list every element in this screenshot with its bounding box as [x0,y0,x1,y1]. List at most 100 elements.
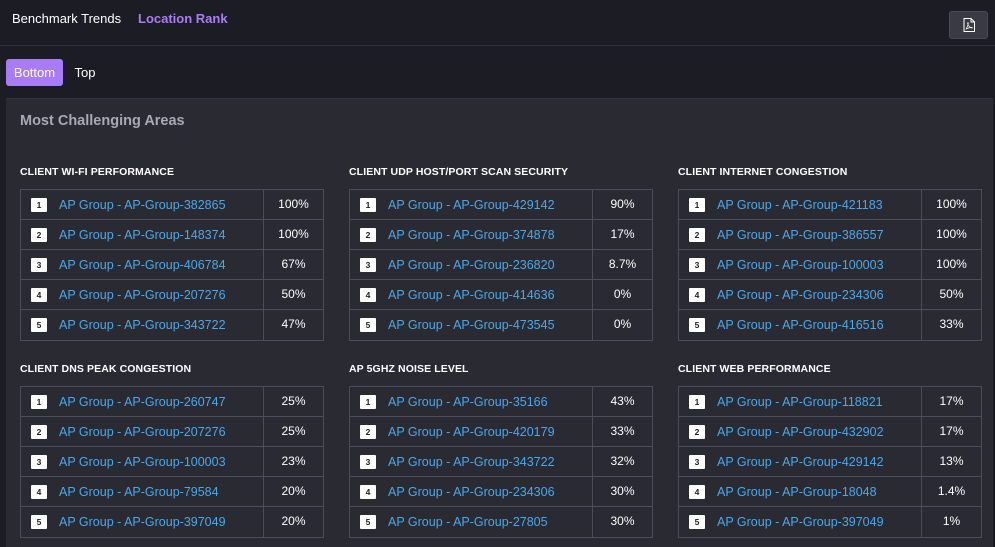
ap-group-cell: 3 AP Group - AP-Group-100003 [679,250,922,279]
ap-group-link[interactable]: AP Group - AP-Group-100003 [59,455,226,469]
ap-group-link[interactable]: AP Group - AP-Group-343722 [388,455,555,469]
table-row: 2 AP Group - AP-Group-374878 17% [350,220,652,250]
metric-value: 1.4% [937,484,966,498]
ap-group-cell: 3 AP Group - AP-Group-406784 [21,250,264,279]
table-row: 1 AP Group - AP-Group-118821 17% [679,387,981,417]
table-row: 4 AP Group - AP-Group-18048 1.4% [679,477,981,507]
pdf-file-icon [963,18,975,32]
metric-value: 0% [613,317,632,331]
ap-group-link[interactable]: AP Group - AP-Group-35166 [388,395,548,409]
table-row: 5 AP Group - AP-Group-397049 1% [679,507,981,537]
ap-group-cell: 1 AP Group - AP-Group-35166 [350,387,593,416]
ap-group-cell: 1 AP Group - AP-Group-260747 [21,387,264,416]
ap-group-link[interactable]: AP Group - AP-Group-473545 [388,318,555,332]
rank-badge: 2 [31,424,47,439]
ap-group-link[interactable]: AP Group - AP-Group-118821 [717,395,883,409]
ap-group-link[interactable]: AP Group - AP-Group-207276 [59,288,226,302]
table-row: 3 AP Group - AP-Group-406784 67% [21,250,323,280]
rank-badge: 3 [360,257,376,272]
ap-group-cell: 2 AP Group - AP-Group-432902 [679,417,922,446]
rank-badge: 3 [31,257,47,272]
rank-badge: 4 [360,484,376,499]
ap-group-link[interactable]: AP Group - AP-Group-429142 [388,198,555,212]
ap-group-cell: 4 AP Group - AP-Group-79584 [21,477,264,506]
ap-group-link[interactable]: AP Group - AP-Group-234306 [717,288,884,302]
ap-group-cell: 5 AP Group - AP-Group-343722 [21,310,264,340]
rank-badge: 3 [360,454,376,469]
ap-group-link[interactable]: AP Group - AP-Group-236820 [388,258,555,272]
table-row: 2 AP Group - AP-Group-148374 100% [21,220,323,250]
metric-value: 25% [281,394,306,408]
ap-group-link[interactable]: AP Group - AP-Group-100003 [717,258,884,272]
metric-value: 17% [610,227,635,241]
ap-group-link[interactable]: AP Group - AP-Group-343722 [59,318,226,332]
rank-table: 1 AP Group - AP-Group-118821 17% 2 AP Group … [678,386,982,538]
ap-group-link[interactable]: AP Group - AP-Group-382865 [59,198,226,212]
rank-badge: 1 [31,394,47,409]
metric-value: 30% [610,514,635,528]
table-row: 3 AP Group - AP-Group-236820 8.7% [350,250,652,280]
ap-group-link[interactable]: AP Group - AP-Group-429142 [717,455,884,469]
ap-group-cell: 5 AP Group - AP-Group-416516 [679,310,922,340]
toggle-top[interactable]: Top [67,59,103,86]
group-title: CLIENT INTERNET CONGESTION [678,166,848,178]
metric-group: CLIENT WEB PERFORMANCE 1 AP Group - AP-Gro… [678,362,982,538]
ap-group-link[interactable]: AP Group - AP-Group-260747 [59,395,226,409]
rank-badge: 2 [360,424,376,439]
ap-group-link[interactable]: AP Group - AP-Group-79584 [59,485,219,499]
rank-badge: 5 [31,318,47,332]
metric-value: 1% [942,514,961,528]
tab-benchmark-trends[interactable]: Benchmark Trends [12,11,121,27]
ap-group-link[interactable]: AP Group - AP-Group-397049 [59,515,226,529]
ap-group-cell: 4 AP Group - AP-Group-207276 [21,280,264,309]
table-row: 5 AP Group - AP-Group-473545 0% [350,310,652,340]
ap-group-link[interactable]: AP Group - AP-Group-234306 [388,485,555,499]
rank-badge: 5 [689,515,705,529]
ap-group-cell: 3 AP Group - AP-Group-100003 [21,447,264,476]
table-row: 3 AP Group - AP-Group-429142 13% [679,447,981,477]
rank-table: 1 AP Group - AP-Group-35166 43% 2 AP Group -… [349,386,653,538]
metric-value: 90% [610,197,635,211]
ap-group-link[interactable]: AP Group - AP-Group-432902 [717,425,884,439]
ap-group-link[interactable]: AP Group - AP-Group-148374 [59,228,226,242]
top-navigation: Benchmark Trends Location Rank [0,0,995,46]
table-row: 3 AP Group - AP-Group-343722 32% [350,447,652,477]
metric-group: AP 5GHZ NOISE LEVEL 1 AP Group - AP-Group-… [349,362,653,538]
ap-group-cell: 1 AP Group - AP-Group-118821 [679,387,922,416]
ap-group-link[interactable]: AP Group - AP-Group-406784 [59,258,226,272]
group-title: CLIENT WI-FI PERFORMANCE [20,166,175,178]
ap-group-link[interactable]: AP Group - AP-Group-416516 [717,318,884,332]
ap-group-link[interactable]: AP Group - AP-Group-18048 [717,485,877,499]
table-row: 4 AP Group - AP-Group-79584 20% [21,477,323,507]
ap-group-link[interactable]: AP Group - AP-Group-420179 [388,425,555,439]
ap-group-link[interactable]: AP Group - AP-Group-421183 [717,198,883,212]
tab-location-rank[interactable]: Location Rank [138,11,228,27]
ap-group-cell: 5 AP Group - AP-Group-397049 [679,507,922,537]
metric-value: 33% [939,317,964,331]
metric-value: 100% [278,227,309,241]
metric-group: CLIENT DNS PEAK CONGESTION 1 AP Group - AP… [20,362,324,538]
rank-badge: 5 [689,318,705,332]
table-row: 1 AP Group - AP-Group-35166 43% [350,387,652,417]
ap-group-cell: 5 AP Group - AP-Group-27805 [350,507,593,537]
rank-table: 1 AP Group - AP-Group-382865 100% 2 AP Group… [20,189,324,341]
rank-badge: 5 [360,318,376,332]
ap-group-cell: 4 AP Group - AP-Group-414636 [350,280,593,309]
group-title: CLIENT DNS PEAK CONGESTION [20,363,192,375]
toggle-bottom[interactable]: Bottom [6,59,63,86]
rank-badge: 5 [360,515,376,529]
panel-title: Most Challenging Areas [20,113,185,129]
ap-group-link[interactable]: AP Group - AP-Group-27805 [388,515,548,529]
ap-group-link[interactable]: AP Group - AP-Group-397049 [717,515,884,529]
rank-badge: 3 [689,454,705,469]
ap-group-link[interactable]: AP Group - AP-Group-414636 [388,288,555,302]
group-title: CLIENT WEB PERFORMANCE [678,363,831,375]
export-pdf-button[interactable] [949,11,988,39]
ap-group-cell: 1 AP Group - AP-Group-382865 [21,190,264,219]
rank-table: 1 AP Group - AP-Group-260747 25% 2 AP Group … [20,386,324,538]
rank-table: 1 AP Group - AP-Group-429142 90% 2 AP Group … [349,189,653,341]
ap-group-link[interactable]: AP Group - AP-Group-374878 [388,228,555,242]
ap-group-link[interactable]: AP Group - AP-Group-386557 [717,228,884,242]
table-row: 1 AP Group - AP-Group-421183 100% [679,190,981,220]
ap-group-link[interactable]: AP Group - AP-Group-207276 [59,425,226,439]
